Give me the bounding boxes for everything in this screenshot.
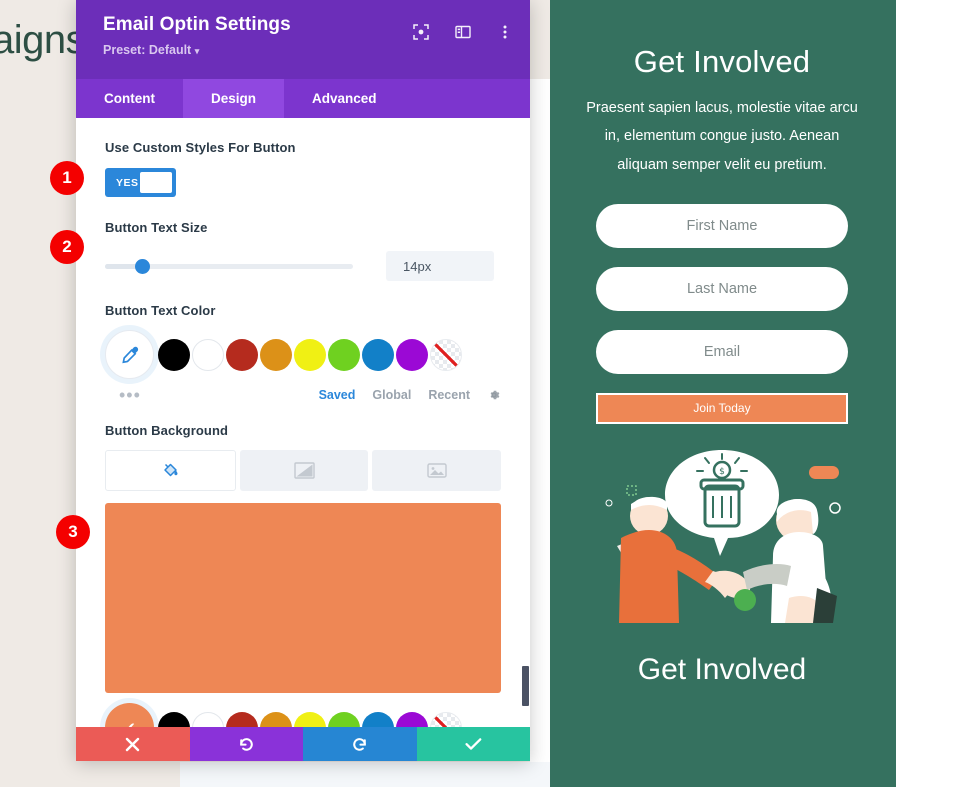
swatch-green[interactable]: [328, 338, 360, 371]
redo-button[interactable]: [303, 727, 417, 761]
layout-view-icon[interactable]: [455, 24, 471, 40]
modal-scrollbar[interactable]: [522, 236, 530, 761]
button-text-size-row: 14px: [105, 251, 501, 281]
email-input[interactable]: Email: [596, 329, 848, 374]
color-tab-saved[interactable]: Saved: [319, 388, 356, 402]
preview-right-edge: [890, 0, 896, 787]
gear-icon[interactable]: [487, 388, 501, 402]
preset-selector[interactable]: Preset: Default ▾: [103, 43, 510, 57]
preview-form: First Name Last Name Email Join Today: [596, 203, 848, 424]
page-title-fragment: aigns: [0, 18, 86, 62]
field-use-custom-styles: Use Custom Styles For Button YES: [76, 118, 530, 197]
tab-advanced[interactable]: Advanced: [284, 79, 405, 118]
preview-footer-heading: Get Involved: [637, 652, 807, 686]
button-background-type-tabs: [105, 450, 502, 491]
handshake-donation-illustration: $: [554, 438, 890, 643]
toggle-knob: [140, 172, 172, 193]
save-button[interactable]: [416, 727, 530, 761]
button-text-size-input[interactable]: 14px: [386, 251, 494, 281]
swatch-red[interactable]: [226, 338, 258, 371]
button-text-color-label: Button Text Color: [105, 303, 216, 318]
field-button-background: Button Background: [76, 405, 530, 491]
swatch-transparent[interactable]: [430, 338, 462, 371]
selected-background-color-preview[interactable]: [105, 503, 501, 693]
use-custom-styles-toggle[interactable]: YES: [105, 168, 176, 197]
swatch-blue[interactable]: [362, 338, 394, 371]
use-custom-styles-toggle-wrap: YES: [105, 168, 501, 197]
more-colors-icon[interactable]: •••: [119, 386, 141, 404]
swatch-orange[interactable]: [260, 338, 292, 371]
background-image-tab[interactable]: [372, 450, 502, 491]
slider-thumb[interactable]: [135, 258, 151, 274]
background-solid-color-tab[interactable]: [105, 450, 236, 491]
field-button-text-size: Button Text Size 14px: [76, 197, 530, 281]
tab-content[interactable]: Content: [76, 79, 183, 118]
field-button-text-color: Button Text Color ••• Saved Global Recen…: [76, 281, 530, 405]
join-today-button[interactable]: Join Today: [596, 392, 848, 424]
email-optin-settings-modal: Email Optin Settings Preset: Default ▾ C…: [76, 0, 530, 761]
page-left-strip: [0, 0, 76, 787]
swatch-yellow[interactable]: [294, 338, 326, 371]
screenshot-root: aigns Get Involved Praesent sapien lacus…: [0, 0, 959, 787]
cancel-button[interactable]: [76, 727, 190, 761]
page-right-background: [890, 0, 959, 787]
undo-button[interactable]: [189, 727, 303, 761]
button-background-label: Button Background: [105, 423, 229, 438]
preview-heading: Get Involved: [633, 44, 811, 79]
color-tab-global[interactable]: Global: [372, 388, 411, 402]
annotation-badge-3: 3: [56, 515, 90, 549]
first-name-input[interactable]: First Name: [596, 203, 848, 248]
color-source-tabs: Saved Global Recent: [319, 388, 501, 402]
use-custom-styles-label: Use Custom Styles For Button: [105, 140, 296, 155]
tab-design[interactable]: Design: [183, 79, 285, 118]
scrollbar-thumb[interactable]: [522, 666, 529, 706]
button-text-color-swatches: [105, 330, 501, 379]
last-name-input[interactable]: Last Name: [596, 266, 848, 311]
background-gradient-tab[interactable]: [239, 450, 369, 491]
modal-tabs: Content Design Advanced: [76, 79, 530, 118]
annotation-badge-1: 1: [50, 161, 84, 195]
color-options-row: ••• Saved Global Recent: [105, 385, 501, 405]
preset-label: Preset: Default: [103, 43, 192, 57]
eyedropper-button[interactable]: [105, 330, 154, 379]
page-lower-panel: [180, 762, 554, 787]
button-text-size-slider[interactable]: [105, 258, 353, 274]
more-options-icon[interactable]: [497, 24, 513, 40]
email-optin-preview: Get Involved Praesent sapien lacus, mole…: [554, 0, 890, 787]
swatch-purple[interactable]: [396, 338, 428, 371]
modal-action-bar: [76, 727, 530, 761]
color-tab-recent[interactable]: Recent: [428, 388, 470, 402]
modal-header-icons: [413, 24, 513, 40]
focus-icon[interactable]: [413, 24, 429, 40]
swatch-black[interactable]: [158, 338, 190, 371]
toggle-value-label: YES: [116, 176, 139, 189]
modal-body: Use Custom Styles For Button YES Button …: [76, 118, 530, 761]
chevron-down-icon: ▾: [194, 46, 200, 56]
svg-text:$: $: [719, 467, 725, 477]
modal-header: Email Optin Settings Preset: Default ▾: [76, 0, 530, 79]
annotation-badge-2: 2: [50, 230, 84, 264]
swatch-white[interactable]: [192, 338, 224, 371]
preview-paragraph: Praesent sapien lacus, molestie vitae ar…: [586, 100, 858, 173]
button-text-size-label: Button Text Size: [105, 220, 208, 235]
